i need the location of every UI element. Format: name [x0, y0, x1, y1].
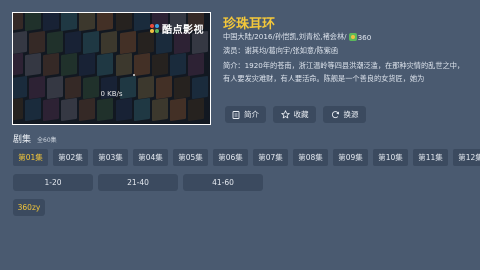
document-icon: [232, 110, 240, 119]
episode-list: 第01集 第02集 第03集 第04集 第05集 第06集 第07集 第08集 …: [13, 149, 480, 166]
video-player[interactable]: 酷点影视 0 KB/s: [12, 12, 211, 125]
switch-source-button[interactable]: 换源: [323, 106, 366, 123]
episode-button[interactable]: 第05集: [173, 149, 208, 166]
actors-line: 演员：谢其均/葛向宇/张如意/陈紫函: [223, 46, 339, 55]
action-buttons: 简介 收藏 换源: [225, 106, 366, 123]
episode-button[interactable]: 第01集: [13, 149, 48, 166]
intro-button[interactable]: 简介: [225, 106, 266, 123]
episode-button[interactable]: 第04集: [133, 149, 168, 166]
episode-button[interactable]: 第08集: [293, 149, 328, 166]
meta-source: 360: [357, 32, 372, 42]
episodes-heading: 剧集: [13, 135, 32, 145]
source-icon: [348, 33, 357, 41]
episodes-header: 剧集 全60集: [13, 132, 57, 145]
episode-button[interactable]: 第03集: [93, 149, 128, 166]
episode-button[interactable]: 第10集: [373, 149, 408, 166]
episode-button[interactable]: 第02集: [53, 149, 88, 166]
range-tab[interactable]: 41-60: [183, 174, 263, 191]
favorite-button[interactable]: 收藏: [273, 106, 316, 123]
episodes-count: 全60集: [37, 137, 57, 144]
episode-button[interactable]: 第06集: [213, 149, 248, 166]
episode-button[interactable]: 第09集: [333, 149, 368, 166]
episode-button[interactable]: 第11集: [413, 149, 448, 166]
refresh-icon: [331, 111, 339, 119]
range-tab[interactable]: 21-40: [98, 174, 178, 191]
favorite-button-label: 收藏: [293, 110, 309, 119]
loading-indicator: [133, 74, 135, 76]
video-meta: 中国大陆/2016/孙恺凯,刘青松,褚会林/ 360: [223, 32, 371, 42]
meta-text: 中国大陆/2016/孙恺凯,刘青松,褚会林/: [223, 32, 347, 41]
intro-button-label: 简介: [244, 110, 259, 119]
range-tab[interactable]: 1-20: [13, 174, 93, 191]
episode-button[interactable]: 第07集: [253, 149, 288, 166]
logo-text: 酷点影视: [162, 25, 204, 36]
video-title: 珍珠耳环: [223, 17, 276, 32]
switch-source-label: 换源: [343, 110, 359, 119]
download-speed: 0 KB/s: [100, 90, 123, 98]
star-icon: [280, 110, 290, 119]
episode-button[interactable]: 第12集: [453, 149, 480, 166]
episode-range-tabs: 1-20 21-40 41-60: [13, 174, 263, 191]
app-logo: 酷点影视: [150, 21, 204, 36]
intro-text: 简介：1920年的苍南，浙江温岭等四县洪潮泛滥，在那种灾情的乱世之中，有人要发灾…: [223, 61, 465, 83]
logo-icon: [150, 24, 159, 33]
source-tag[interactable]: 360zy: [13, 199, 45, 216]
